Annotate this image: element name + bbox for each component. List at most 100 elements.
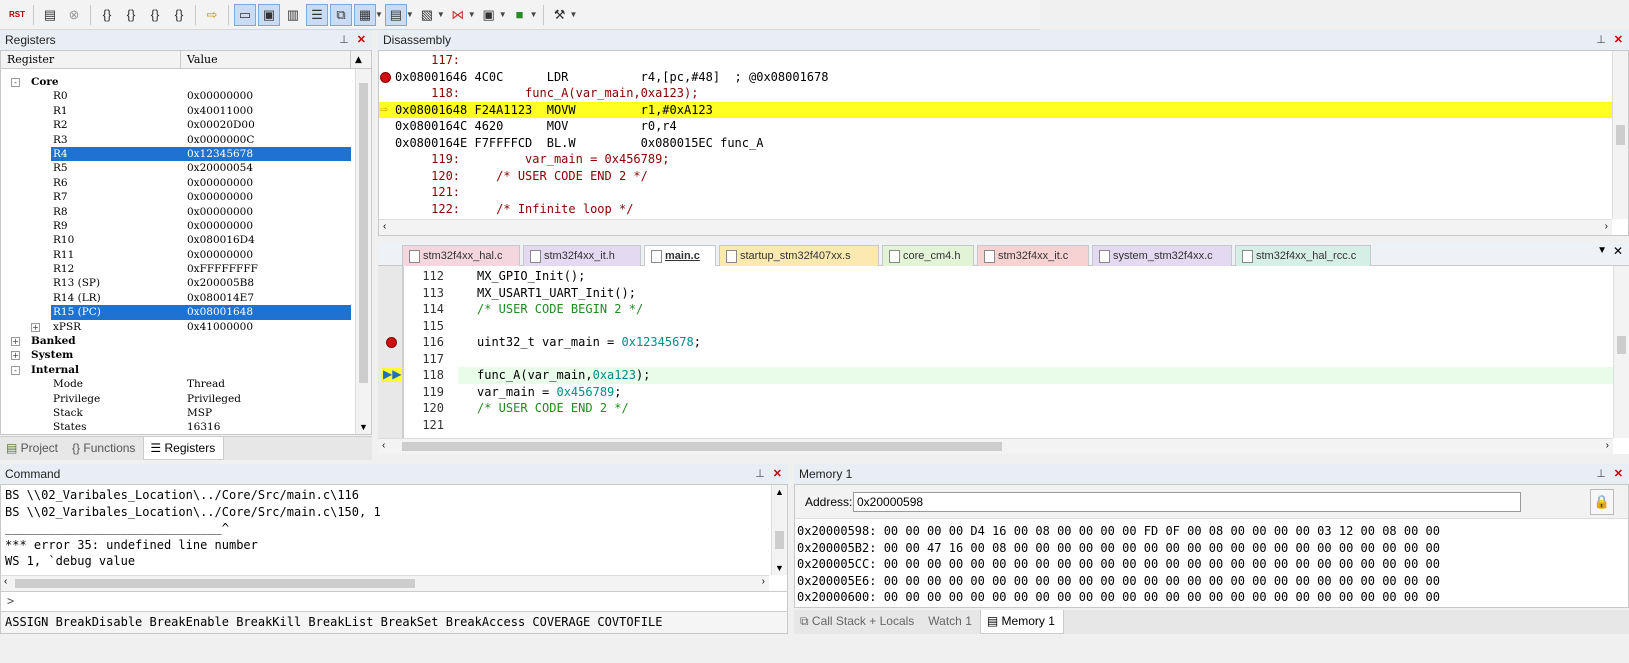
- memory-row[interactable]: 0x200005CC: 00 00 00 00 00 00 00 00 00 0…: [797, 556, 1440, 573]
- scroll-down-icon[interactable]: ▼: [359, 422, 368, 432]
- register-value[interactable]: 0x0000000C: [187, 133, 254, 147]
- lock-icon[interactable]: 🔒: [1590, 489, 1614, 515]
- call-stack-icon[interactable]: ⧉: [330, 3, 352, 26]
- chevron-down-icon[interactable]: ▼: [375, 10, 383, 19]
- disassembly-line[interactable]: ⇨ 0x08001648 F24A1123 MOVW r1,#0xA123: [379, 101, 1628, 118]
- register-value[interactable]: Privileged: [187, 392, 241, 406]
- pin-icon[interactable]: ⊥: [755, 468, 765, 480]
- register-row[interactable]: R12 0xFFFFFFFF: [1, 262, 371, 276]
- scroll-right-icon[interactable]: ›: [1606, 440, 1609, 451]
- register-value[interactable]: 0x00000000: [187, 248, 253, 262]
- tab-stm32f4xx-it-h[interactable]: stm32f4xx_it.h: [523, 245, 641, 266]
- pin-icon[interactable]: ⊥: [339, 34, 349, 46]
- pin-icon[interactable]: ⊥: [1596, 34, 1606, 46]
- register-value[interactable]: 16316: [187, 420, 220, 434]
- tab-registers[interactable]: ☰ Registers: [143, 437, 225, 460]
- register-value[interactable]: 0x00020D00: [187, 118, 255, 132]
- disassembly-line[interactable]: 122: /* Infinite loop */: [379, 201, 1628, 218]
- toolbox-icon[interactable]: ⚒: [549, 4, 571, 26]
- register-value[interactable]: 0x08001648: [187, 305, 253, 319]
- register-value[interactable]: 0x200005B8: [187, 276, 254, 290]
- tab-stm32f4xx-hal-rcc-c[interactable]: stm32f4xx_hal_rcc.c: [1235, 245, 1371, 266]
- scrollbar-thumb[interactable]: [775, 531, 784, 549]
- register-row[interactable]: R3 0x0000000C: [1, 133, 371, 147]
- tab-project[interactable]: ▤ Project: [0, 437, 66, 460]
- scrollbar-thumb[interactable]: [359, 83, 368, 383]
- expand-icon[interactable]: +: [31, 322, 40, 332]
- scroll-left-icon[interactable]: ‹: [4, 576, 7, 587]
- tab-main-c[interactable]: main.c: [644, 245, 716, 266]
- tab-memory-1[interactable]: ▤ Memory 1: [979, 610, 1064, 634]
- command-vscrollbar[interactable]: ▲ ▼: [771, 485, 787, 575]
- register-row[interactable]: + System: [1, 348, 371, 362]
- tab-startup-stm32f407xx-s[interactable]: startup_stm32f407xx.s: [719, 245, 879, 266]
- disassembly-line[interactable]: 117:: [379, 52, 1628, 69]
- collapse-icon[interactable]: -: [11, 365, 20, 375]
- disassembly-line[interactable]: 121:: [379, 184, 1628, 201]
- register-row[interactable]: R7 0x00000000: [1, 190, 371, 204]
- code-line[interactable]: 119 var_main = 0x456789;: [378, 384, 1629, 401]
- register-row[interactable]: + xPSR 0x41000000: [1, 320, 371, 334]
- disassembly-line[interactable]: 119: var_main = 0x456789;: [379, 151, 1628, 168]
- scrollbar-thumb[interactable]: [1617, 336, 1626, 354]
- tab-watch-1[interactable]: Watch 1: [922, 610, 980, 634]
- code-line[interactable]: 121: [378, 417, 1629, 434]
- system-viewer-icon[interactable]: ■: [509, 4, 531, 26]
- register-value[interactable]: 0x00000000: [187, 205, 253, 219]
- register-row[interactable]: Mode Thread: [1, 377, 371, 391]
- disassembly-line[interactable]: 0x08001646 4C0C LDR r4,[pc,#48] ; @0x080…: [379, 69, 1628, 86]
- memory-row[interactable]: 0x200005B2: 00 00 47 16 00 08 00 00 00 0…: [797, 540, 1440, 557]
- register-value[interactable]: 0x00000000: [187, 190, 253, 204]
- memory-window-icon[interactable]: ▤: [384, 3, 407, 26]
- close-icon[interactable]: ✕: [357, 34, 366, 46]
- register-value[interactable]: MSP: [187, 406, 212, 420]
- register-value[interactable]: Thread: [187, 377, 225, 391]
- disassembly-view[interactable]: 117: 0x08001646 4C0C LDR r4,[pc,#48] ; @0…: [378, 50, 1629, 236]
- tab-core-cm4-h[interactable]: core_cm4.h: [882, 245, 974, 266]
- memory-row[interactable]: 0x200005E6: 00 00 00 00 00 00 00 00 00 0…: [797, 573, 1440, 590]
- register-value[interactable]: 0x00000000: [187, 89, 253, 103]
- memory-row[interactable]: 0x20000598: 00 00 00 00 D4 16 00 08 00 0…: [797, 523, 1440, 540]
- register-row[interactable]: R0 0x00000000: [1, 89, 371, 103]
- command-hscrollbar[interactable]: ‹ ›: [1, 575, 769, 591]
- register-row[interactable]: R15 (PC) 0x08001648: [1, 305, 371, 320]
- close-icon[interactable]: ✕: [1614, 34, 1623, 46]
- register-row[interactable]: R9 0x00000000: [1, 219, 371, 233]
- code-line[interactable]: 113 MX_USART1_UART_Init();: [378, 285, 1629, 302]
- register-row[interactable]: + Banked: [1, 334, 371, 348]
- register-row[interactable]: Stack MSP: [1, 406, 371, 420]
- editor-hscrollbar[interactable]: ‹ ›: [378, 438, 1613, 454]
- register-row[interactable]: R1 0x40011000: [1, 104, 371, 118]
- code-line[interactable]: 118 func_A(var_main,0xa123);: [422, 367, 1629, 384]
- register-value[interactable]: 0x20000054: [187, 161, 253, 175]
- register-value[interactable]: 0x40011000: [187, 104, 253, 118]
- scroll-down-icon[interactable]: ▼: [775, 563, 784, 573]
- disassembly-line[interactable]: 118: func_A(var_main,0xa123);: [379, 85, 1628, 102]
- pin-icon[interactable]: ⊥: [1596, 468, 1606, 480]
- scrollbar-thumb[interactable]: [1616, 125, 1625, 145]
- chevron-down-icon[interactable]: ▼: [406, 10, 414, 19]
- code-line[interactable]: 117: [378, 351, 1629, 368]
- rst-icon[interactable]: RST: [6, 4, 28, 26]
- run-to-cursor-icon[interactable]: {}: [168, 4, 190, 26]
- chevron-down-icon[interactable]: ▼: [437, 10, 445, 19]
- trace-window-icon[interactable]: ▣: [478, 4, 500, 26]
- tab-stm32f4xx-it-c[interactable]: stm32f4xx_it.c: [977, 245, 1089, 266]
- register-value[interactable]: 0x12345678: [187, 147, 253, 161]
- register-row[interactable]: R14 (LR) 0x080014E7: [1, 291, 371, 305]
- value-column-header[interactable]: Value: [181, 51, 351, 68]
- register-row[interactable]: R13 (SP) 0x200005B8: [1, 276, 371, 290]
- register-value[interactable]: 0x41000000: [187, 320, 253, 334]
- serial-window-icon[interactable]: ▧: [416, 4, 438, 26]
- chevron-down-icon[interactable]: ▼: [530, 10, 538, 19]
- memory-row[interactable]: 0x20000600: 00 00 00 00 00 00 00 00 00 0…: [797, 589, 1440, 606]
- register-row[interactable]: - Core: [1, 75, 371, 89]
- close-icon[interactable]: ✕: [773, 468, 782, 480]
- scroll-up-icon[interactable]: ▲: [775, 487, 784, 497]
- scroll-left-icon[interactable]: ‹: [382, 440, 385, 451]
- disassembly-line[interactable]: 0x0800164C 4620 MOV r0,r4: [379, 118, 1628, 135]
- command-input[interactable]: >: [1, 591, 787, 611]
- chevron-down-icon[interactable]: ▼: [468, 10, 476, 19]
- scrollbar-thumb[interactable]: [15, 579, 415, 588]
- register-value[interactable]: 0x080016D4: [187, 233, 255, 247]
